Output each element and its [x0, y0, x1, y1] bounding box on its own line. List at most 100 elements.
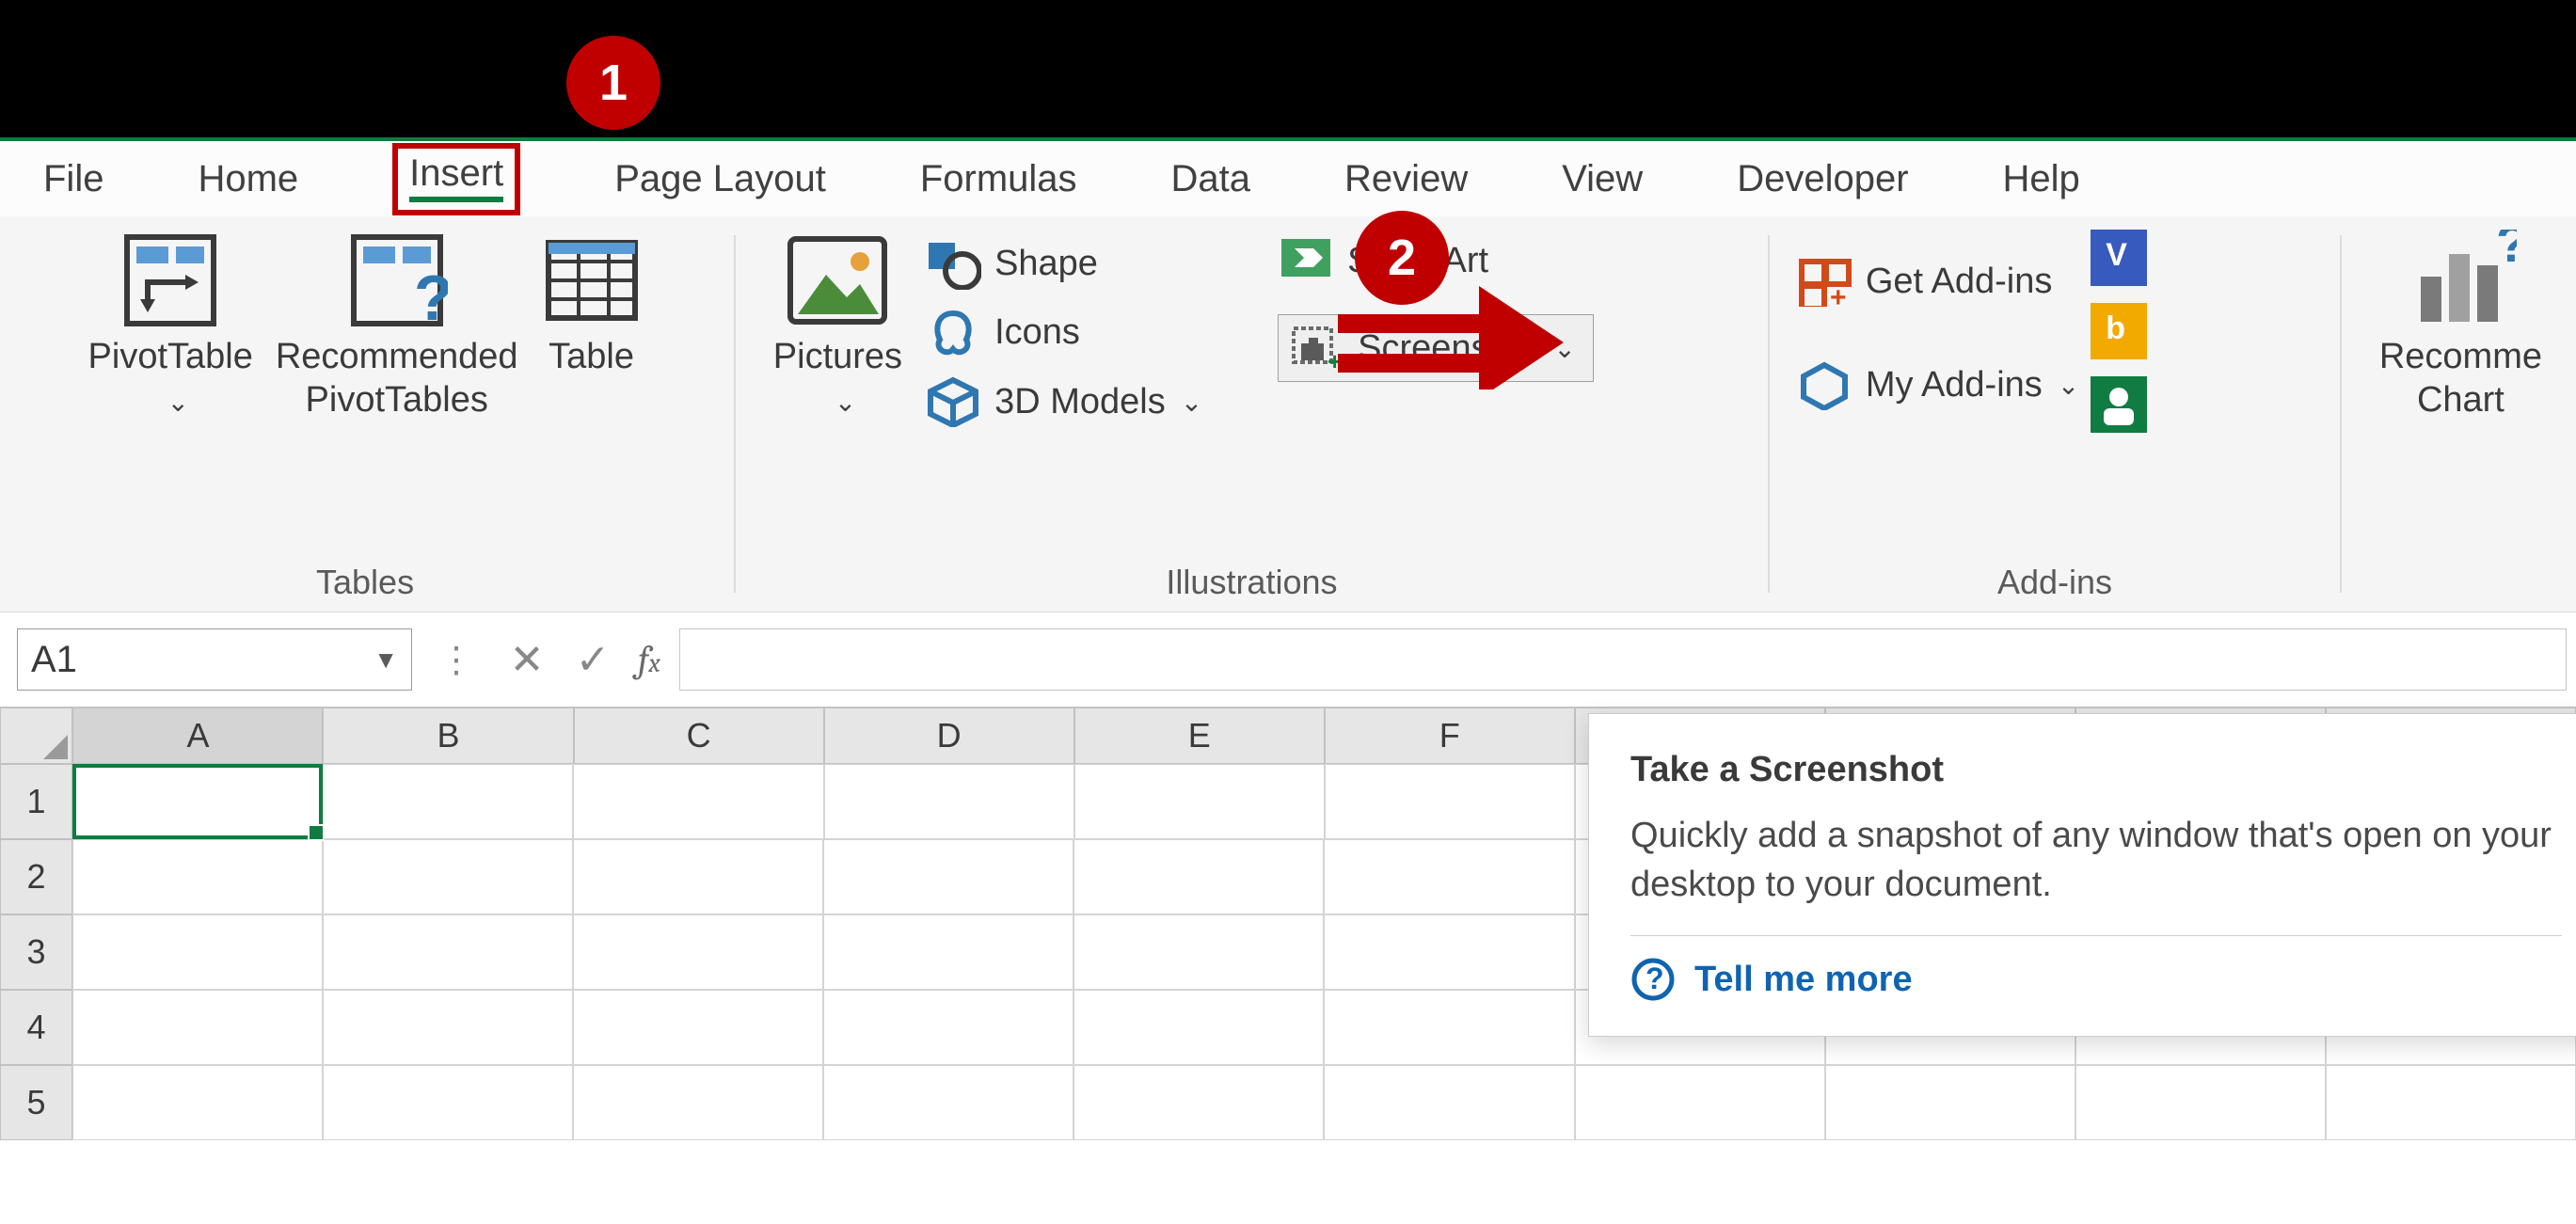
- col-head-F[interactable]: F: [1325, 707, 1575, 764]
- pivot-table-button[interactable]: PivotTable⌄: [88, 230, 253, 424]
- tab-help[interactable]: Help: [2003, 158, 2080, 200]
- table-icon: [541, 230, 643, 331]
- cell-D1[interactable]: [824, 764, 1074, 839]
- tab-insert[interactable]: Insert: [392, 143, 520, 215]
- cell[interactable]: [323, 914, 573, 990]
- row-head-5[interactable]: 5: [0, 1065, 72, 1140]
- cell[interactable]: [573, 1065, 823, 1140]
- formula-input[interactable]: [679, 628, 2567, 691]
- get-addins-button[interactable]: + Get Add-ins: [1796, 256, 2079, 307]
- help-icon: ?: [1630, 957, 1676, 1002]
- shapes-icon: [925, 239, 981, 290]
- cell-C1[interactable]: [573, 764, 823, 839]
- svg-text:?: ?: [2496, 230, 2517, 273]
- ribbon-tabs: File Home Insert Page Layout Formulas Da…: [0, 141, 2576, 216]
- cell[interactable]: [1825, 1065, 2075, 1140]
- tell-me-more-link[interactable]: ? Tell me more: [1630, 957, 2562, 1002]
- my-addins-button[interactable]: My Add-ins⌄: [1796, 359, 2079, 410]
- name-box[interactable]: A1 ▼: [17, 628, 412, 691]
- cell[interactable]: [1073, 914, 1324, 990]
- row-head-3[interactable]: 3: [0, 914, 72, 990]
- icons-icon: [925, 308, 981, 358]
- cell[interactable]: [2326, 1065, 2576, 1140]
- cell[interactable]: [323, 990, 573, 1065]
- cell[interactable]: [323, 839, 573, 914]
- group-label-tables: Tables: [23, 553, 708, 604]
- tab-file[interactable]: File: [43, 158, 103, 200]
- tab-formulas[interactable]: Formulas: [920, 158, 1077, 200]
- col-head-E[interactable]: E: [1074, 707, 1325, 764]
- cell[interactable]: [1324, 914, 1574, 990]
- ribbon-separator: [1768, 235, 1770, 593]
- cell-F1[interactable]: [1325, 764, 1575, 839]
- recommended-charts-button[interactable]: ? Recomme Chart: [2379, 230, 2542, 421]
- tooltip-title: Take a Screenshot: [1630, 750, 2562, 790]
- table-button[interactable]: Table: [541, 230, 643, 378]
- recommended-pivot-icon: ?: [346, 230, 448, 331]
- cell[interactable]: [72, 1065, 323, 1140]
- cell[interactable]: [323, 1065, 573, 1140]
- name-box-dropdown-icon[interactable]: ▼: [374, 645, 398, 675]
- formula-bar-grip[interactable]: ⋮: [438, 639, 474, 681]
- cell[interactable]: [823, 990, 1073, 1065]
- cell-E1[interactable]: [1074, 764, 1325, 839]
- tab-view[interactable]: View: [1562, 158, 1643, 200]
- cell[interactable]: [2075, 1065, 2326, 1140]
- my-addins-icon: [1796, 359, 1852, 410]
- tab-review[interactable]: Review: [1344, 158, 1468, 200]
- cell[interactable]: [72, 990, 323, 1065]
- pictures-button[interactable]: Pictures⌄: [773, 230, 902, 424]
- cell[interactable]: [1073, 990, 1324, 1065]
- cell-A1[interactable]: [72, 764, 323, 839]
- tab-data[interactable]: Data: [1171, 158, 1251, 200]
- bing-addin-icon[interactable]: b: [2091, 303, 2147, 359]
- cell[interactable]: [1324, 990, 1574, 1065]
- recommended-pivot-button[interactable]: ? Recommended PivotTables: [276, 230, 518, 421]
- tooltip-separator: [1630, 935, 2562, 936]
- svg-text:?: ?: [414, 262, 448, 331]
- cell[interactable]: [823, 914, 1073, 990]
- cell[interactable]: [1575, 1065, 1825, 1140]
- ribbon-separator: [734, 235, 736, 593]
- pictures-icon: [781, 230, 894, 331]
- shapes-button[interactable]: Shape: [925, 239, 1202, 290]
- ribbon-separator: [2340, 235, 2342, 593]
- tab-home[interactable]: Home: [198, 158, 298, 200]
- icons-button[interactable]: Icons: [925, 308, 1202, 358]
- select-all-corner[interactable]: [0, 707, 72, 764]
- cell[interactable]: [72, 839, 323, 914]
- row-head-1[interactable]: 1: [0, 764, 72, 839]
- group-label-illustrations: Illustrations: [762, 553, 1741, 604]
- formula-bar: A1 ▼ ⋮ ✕ ✓ fx: [0, 612, 2576, 707]
- cell[interactable]: [823, 1065, 1073, 1140]
- window-titlebar-redacted: [0, 0, 2576, 137]
- annotation-arrow: [1328, 277, 1564, 389]
- col-head-C[interactable]: C: [574, 707, 824, 764]
- cell[interactable]: [573, 839, 823, 914]
- col-head-B[interactable]: B: [323, 707, 573, 764]
- cell-B1[interactable]: [323, 764, 573, 839]
- cell[interactable]: [1324, 839, 1574, 914]
- people-addin-icon[interactable]: [2091, 376, 2147, 433]
- row-head-4[interactable]: 4: [0, 990, 72, 1065]
- cell[interactable]: [573, 914, 823, 990]
- tooltip-body: Quickly add a snapshot of any window tha…: [1630, 811, 2562, 909]
- cell[interactable]: [1073, 839, 1324, 914]
- visio-addin-icon[interactable]: V: [2091, 230, 2147, 286]
- 3d-models-button[interactable]: 3D Models⌄: [925, 376, 1202, 427]
- cell[interactable]: [573, 990, 823, 1065]
- cell[interactable]: [823, 839, 1073, 914]
- tab-developer[interactable]: Developer: [1737, 158, 1908, 200]
- tab-page-layout[interactable]: Page Layout: [614, 158, 826, 200]
- cell[interactable]: [1324, 1065, 1574, 1140]
- row-head-2[interactable]: 2: [0, 839, 72, 914]
- annotation-callout-1: 1: [566, 36, 660, 130]
- cell[interactable]: [72, 914, 323, 990]
- insert-function-button[interactable]: fx: [638, 638, 660, 681]
- col-head-D[interactable]: D: [824, 707, 1074, 764]
- cancel-entry-button[interactable]: ✕: [501, 633, 553, 686]
- col-head-A[interactable]: A: [72, 707, 323, 764]
- enter-entry-button[interactable]: ✓: [566, 633, 619, 686]
- 3d-models-icon: [925, 376, 981, 427]
- cell[interactable]: [1073, 1065, 1324, 1140]
